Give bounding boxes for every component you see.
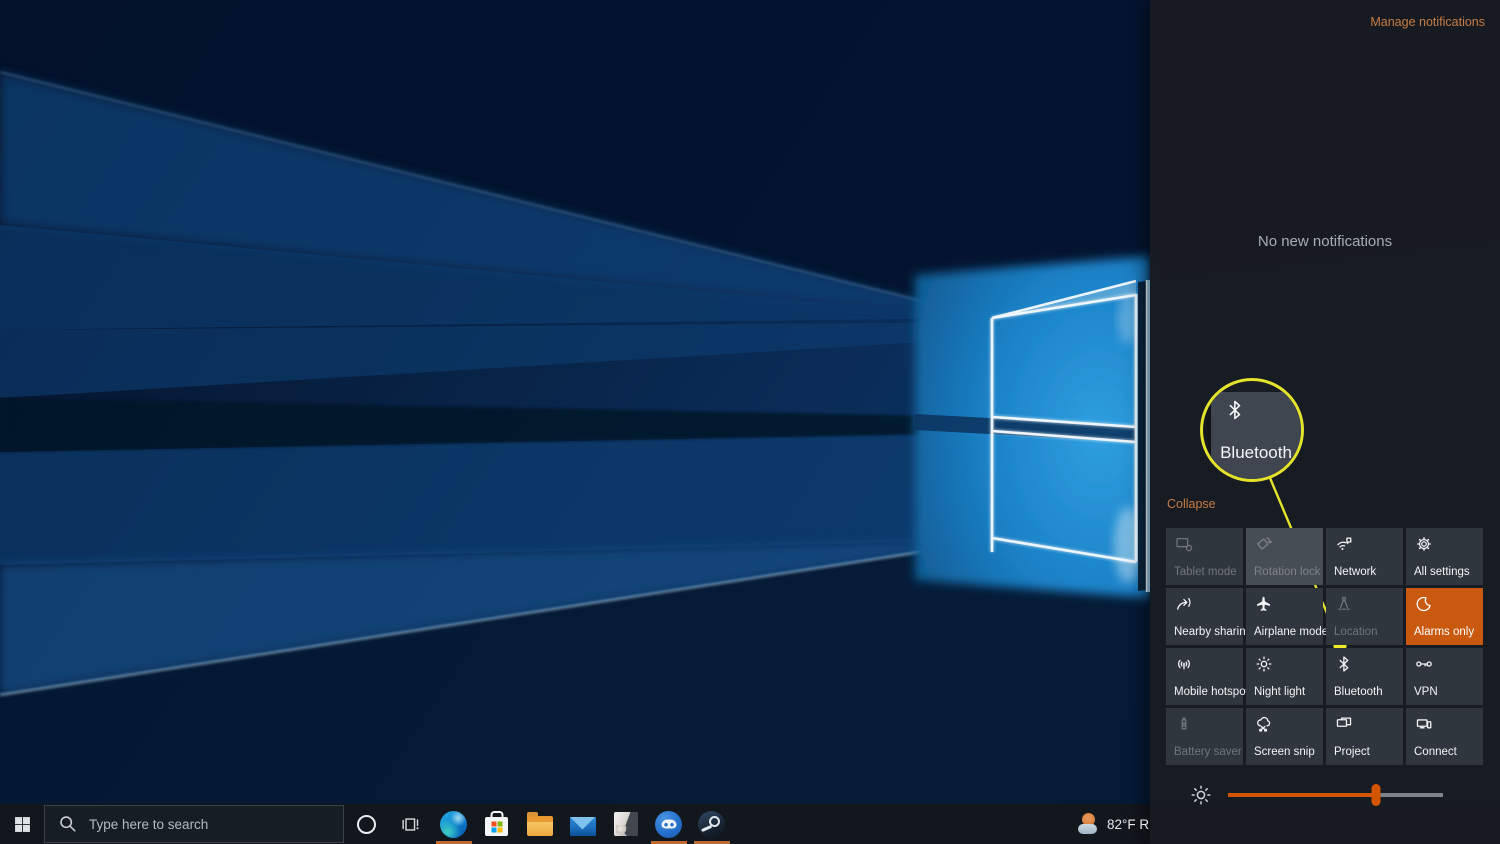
quick-action-mobile-hotspot[interactable]: Mobile hotspot [1166, 648, 1243, 705]
steam-icon [698, 811, 725, 838]
quick-action-connect[interactable]: Connect [1406, 708, 1483, 765]
quick-action-nearby-sharing[interactable]: Nearby sharing [1166, 588, 1243, 645]
taskbar-app-discord[interactable] [647, 804, 690, 844]
quick-action-location[interactable]: Location [1326, 588, 1403, 645]
taskbar-search[interactable] [44, 805, 344, 843]
tile-label: All settings [1414, 566, 1470, 578]
nearby-sharing-icon [1175, 595, 1193, 613]
taskbar-app-picture[interactable] [604, 804, 647, 844]
task-view-button[interactable] [388, 804, 432, 844]
tile-label: Battery saver [1174, 746, 1242, 758]
taskbar-app-file-explorer[interactable] [518, 804, 561, 844]
quick-action-project[interactable]: Project [1326, 708, 1403, 765]
cortana-button[interactable] [344, 804, 388, 844]
search-input[interactable] [87, 816, 321, 833]
location-icon [1335, 595, 1353, 613]
brightness-slider[interactable] [1228, 793, 1443, 797]
bluetooth-icon [1335, 655, 1353, 673]
weather-text: 82°F R [1107, 817, 1149, 832]
tile-label: Tablet mode [1174, 566, 1237, 578]
callout-label: Bluetooth [1211, 443, 1301, 463]
magnified-bluetooth-tile: Bluetooth [1211, 392, 1301, 482]
crescent-moon-icon [1415, 595, 1433, 613]
settings-gear-icon [1415, 535, 1433, 553]
vpn-icon [1415, 655, 1433, 673]
tile-label: Mobile hotspot [1174, 686, 1249, 698]
battery-saver-icon [1175, 715, 1193, 733]
tile-label: Project [1334, 746, 1370, 758]
search-icon [59, 815, 77, 833]
manage-notifications-link[interactable]: Manage notifications [1370, 15, 1485, 29]
no-notifications-message: No new notifications [1150, 233, 1500, 250]
cortana-icon [357, 815, 376, 834]
tile-label: Network [1334, 566, 1376, 578]
tile-label: Bluetooth [1334, 686, 1383, 698]
action-center-panel: Manage notifications No new notification… [1150, 0, 1500, 844]
sun-behind-cloud-icon [1078, 813, 1100, 835]
quick-action-screen-snip[interactable]: Screen snip [1246, 708, 1323, 765]
quick-action-rotation-lock[interactable]: Rotation lock [1246, 528, 1323, 585]
tile-label: Night light [1254, 686, 1305, 698]
quick-action-night-light[interactable]: Night light [1246, 648, 1323, 705]
quick-action-battery-saver[interactable]: Battery saver [1166, 708, 1243, 765]
tile-label: Alarms only [1414, 626, 1474, 638]
edge-icon [440, 811, 467, 838]
brightness-thumb[interactable] [1372, 784, 1381, 806]
bluetooth-icon [1224, 399, 1246, 421]
start-button[interactable] [0, 804, 44, 844]
brightness-sun-icon [1190, 784, 1212, 806]
tile-label: Screen snip [1254, 746, 1315, 758]
screen-snip-icon [1255, 715, 1273, 733]
quick-action-vpn[interactable]: VPN [1406, 648, 1483, 705]
picture-thumbnail-icon [614, 812, 638, 836]
collapse-link[interactable]: Collapse [1167, 497, 1216, 511]
taskbar-app-edge[interactable] [432, 804, 475, 844]
quick-action-all-settings[interactable]: All settings [1406, 528, 1483, 585]
store-icon [485, 817, 508, 836]
file-explorer-icon [527, 816, 553, 836]
weather-widget[interactable]: 82°F R [1078, 804, 1149, 844]
quick-action-bluetooth[interactable]: Bluetooth [1326, 648, 1403, 705]
windows-start-icon [14, 816, 31, 833]
taskbar-app-steam[interactable] [690, 804, 733, 844]
network-icon [1335, 535, 1353, 553]
taskbar-app-mail[interactable] [561, 804, 604, 844]
tile-label: Rotation lock [1254, 566, 1320, 578]
tile-label: Nearby sharing [1174, 626, 1252, 638]
quick-actions-grid: Tablet mode Rotation lock Network [1166, 528, 1483, 765]
brightness-control [1150, 781, 1500, 811]
task-view-icon [401, 815, 420, 834]
project-icon [1335, 715, 1353, 733]
mobile-hotspot-icon [1175, 655, 1193, 673]
taskbar-app-store[interactable] [475, 804, 518, 844]
discord-icon [655, 811, 682, 838]
connect-icon [1415, 715, 1433, 733]
night-light-icon [1255, 655, 1273, 673]
brightness-fill [1228, 793, 1376, 797]
tile-label: Connect [1414, 746, 1457, 758]
bluetooth-callout: Bluetooth [1200, 378, 1304, 482]
mail-icon [570, 817, 596, 836]
quick-action-airplane-mode[interactable]: Airplane mode [1246, 588, 1323, 645]
quick-action-network[interactable]: Network [1326, 528, 1403, 585]
quick-action-alarms-only[interactable]: Alarms only [1406, 588, 1483, 645]
airplane-icon [1255, 595, 1273, 613]
tile-label: VPN [1414, 686, 1438, 698]
tablet-mode-icon [1175, 535, 1193, 553]
rotation-lock-icon [1255, 535, 1273, 553]
tile-label: Airplane mode [1254, 626, 1328, 638]
quick-action-tablet-mode[interactable]: Tablet mode [1166, 528, 1243, 585]
tile-label: Location [1334, 626, 1377, 638]
